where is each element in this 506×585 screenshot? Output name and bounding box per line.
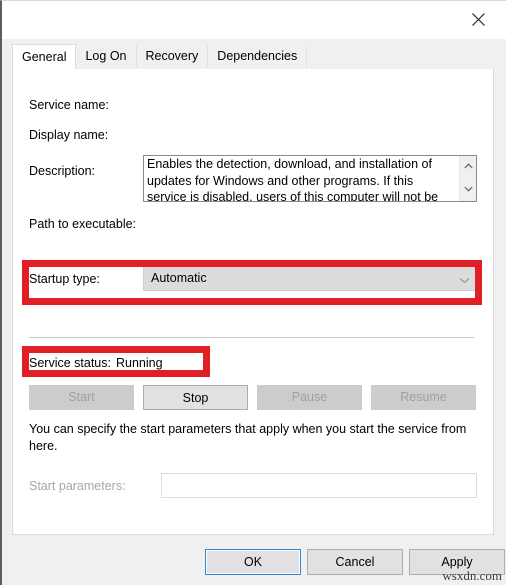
description-label: Description: [29,164,95,178]
scroll-up-icon[interactable] [460,157,476,174]
tab-general[interactable]: General [12,44,77,69]
description-textarea[interactable]: Enables the detection, download, and ins… [143,155,477,202]
startup-type-label: Startup type: [29,272,100,286]
resume-service-button[interactable]: Resume [371,385,476,410]
description-scrollbar[interactable] [459,156,476,201]
cancel-button[interactable]: Cancel [307,549,403,575]
stop-service-button[interactable]: Stop [143,385,248,410]
display-name-label: Display name: [29,128,109,142]
chevron-down-icon [459,273,470,287]
start-parameters-input[interactable] [161,473,477,498]
tab-log-on-label: Log On [85,49,127,63]
general-tab-panel: Service name: Display name: Description:… [12,69,494,535]
service-status-value: Running [116,356,163,370]
path-to-executable-label: Path to executable: [29,217,137,231]
start-parameters-hint: You can specify the start parameters tha… [29,422,467,453]
tab-recovery[interactable]: Recovery [137,45,209,68]
ok-button[interactable]: OK [205,549,301,575]
watermark: wsxdn.com [442,568,502,583]
startup-type-dropdown[interactable]: Automatic [143,266,477,291]
section-divider [29,337,474,338]
pause-service-button[interactable]: Pause [257,385,362,410]
tab-general-label: General [22,50,67,64]
service-properties-dialog: General Log On Recovery Dependencies Ser… [0,0,506,585]
tab-dependencies-label: Dependencies [217,49,298,63]
tab-strip: General Log On Recovery Dependencies [12,44,492,70]
title-bar [2,1,506,39]
close-button[interactable] [456,4,500,34]
service-name-label: Service name: [29,98,109,112]
close-icon [471,12,485,26]
description-text: Enables the detection, download, and ins… [147,157,439,202]
tab-recovery-label: Recovery [145,49,199,63]
start-service-button[interactable]: Start [29,385,134,410]
tab-dependencies[interactable]: Dependencies [208,45,308,68]
start-parameters-label: Start parameters: [29,479,126,493]
scroll-down-icon[interactable] [460,180,476,197]
service-status-label: Service status: [29,356,111,370]
startup-type-value: Automatic [151,271,207,285]
tab-log-on[interactable]: Log On [76,45,137,68]
